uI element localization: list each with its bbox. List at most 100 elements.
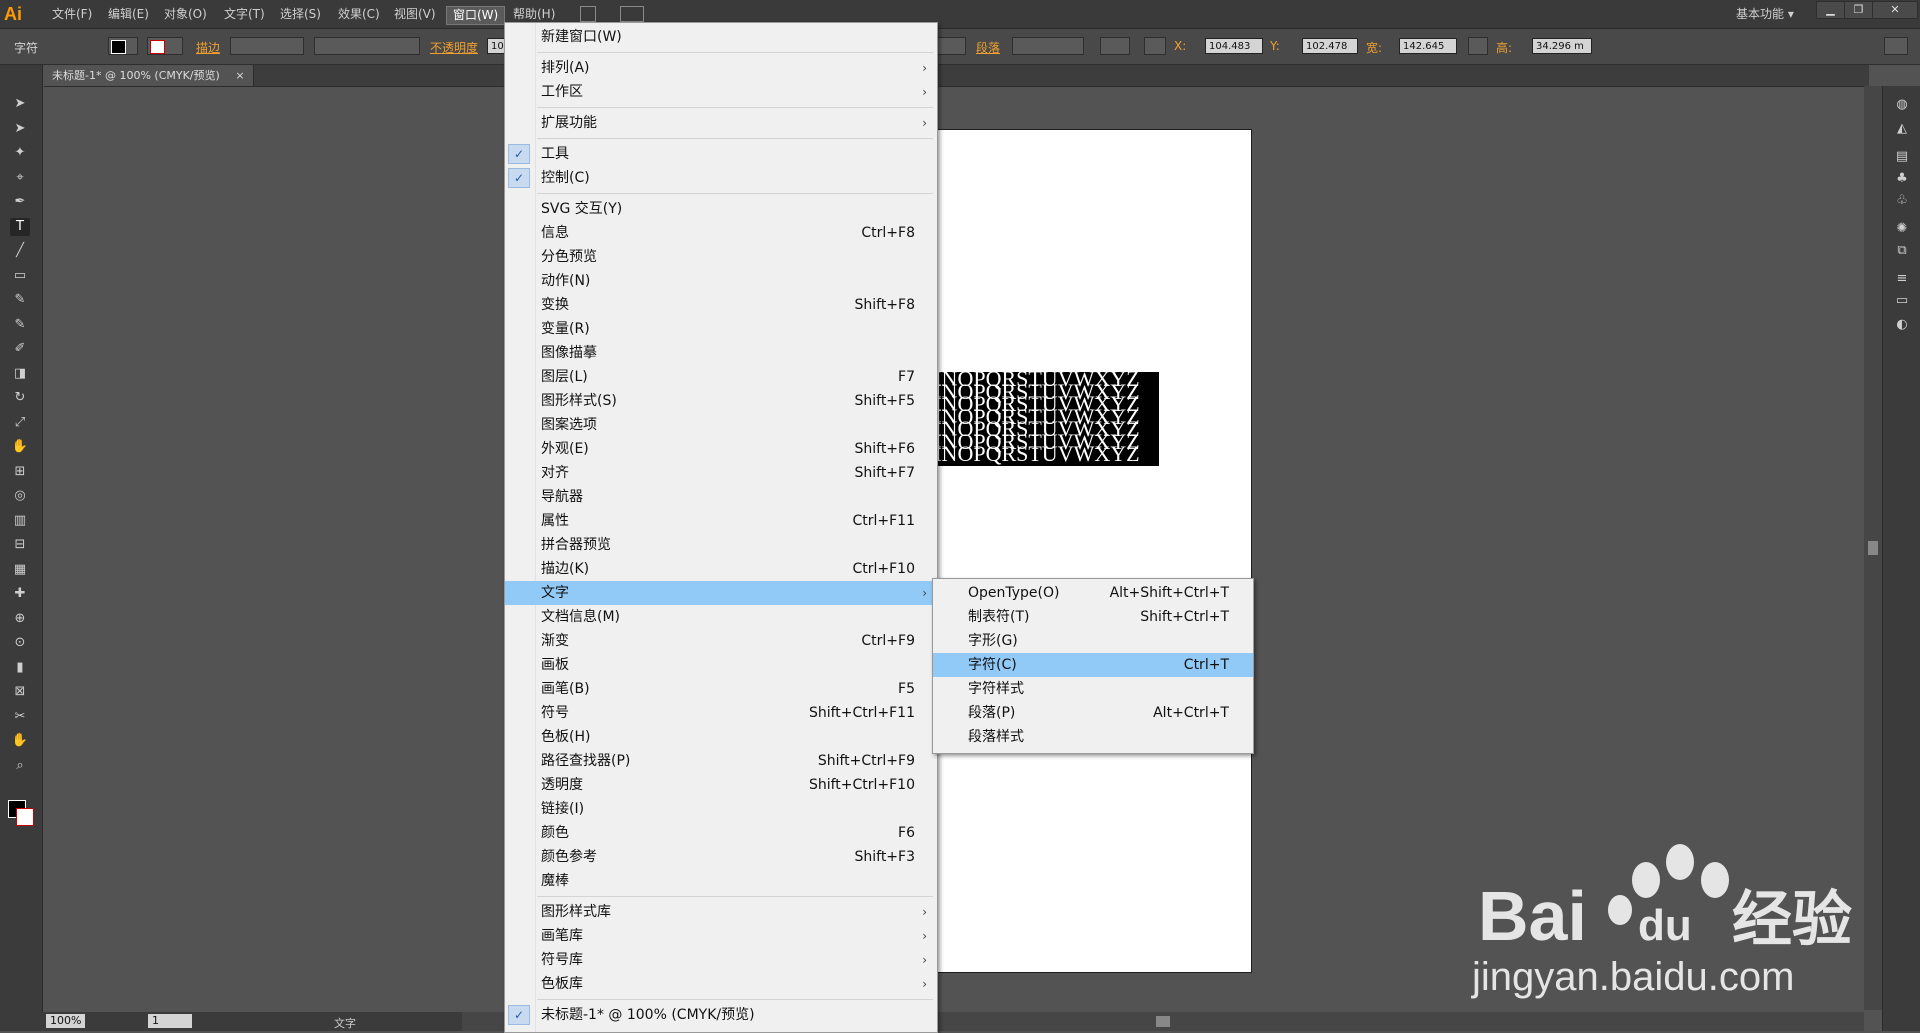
symbol-sprayer-icon[interactable]: ⊙ bbox=[10, 634, 30, 652]
type-tool-icon[interactable]: T bbox=[10, 217, 30, 236]
window-menu-item[interactable]: 色板(H) bbox=[505, 725, 937, 749]
window-menu-item[interactable]: ✓ 未标题-1* @ 100% (CMYK/预览) bbox=[505, 1003, 937, 1027]
window-menu-item[interactable]: 画板 bbox=[505, 653, 937, 677]
pencil-icon[interactable]: ✎ bbox=[10, 316, 30, 334]
eyedropper-icon[interactable]: ✚ bbox=[10, 585, 30, 603]
window-menu-item[interactable]: 路径查找器(P) Shift+Ctrl+F9 bbox=[505, 749, 937, 773]
y-field[interactable]: 102.478 bbox=[1302, 38, 1358, 54]
window-menu-item[interactable]: 魔棒 bbox=[505, 869, 937, 893]
window-menu-item[interactable]: 动作(N) bbox=[505, 269, 937, 293]
type-submenu-item[interactable]: 字符(C) Ctrl+T bbox=[933, 653, 1253, 677]
bridge-icon[interactable] bbox=[580, 6, 596, 22]
window-menu-item[interactable]: 分色预览 bbox=[505, 245, 937, 269]
maximize-button[interactable]: ❐ bbox=[1844, 1, 1873, 19]
stroke-panel-icon[interactable]: ≡ bbox=[1892, 270, 1912, 288]
brushes-icon[interactable]: ♣ bbox=[1892, 170, 1912, 188]
window-menu-item[interactable]: 新建窗口(W) bbox=[505, 25, 937, 49]
mesh-icon[interactable]: ⊟ bbox=[10, 536, 30, 554]
window-menu-item[interactable]: 颜色参考 Shift+F3 bbox=[505, 845, 937, 869]
stroke-swatch[interactable] bbox=[147, 37, 183, 55]
rotate-icon[interactable]: ↻ bbox=[10, 389, 30, 407]
type-submenu-item[interactable]: 段落样式 bbox=[933, 725, 1253, 749]
link-proportions-icon[interactable] bbox=[1468, 37, 1488, 55]
pen-tool-icon[interactable]: ✒ bbox=[10, 193, 30, 211]
type-submenu-item[interactable]: 段落(P) Alt+Ctrl+T bbox=[933, 701, 1253, 725]
window-menu-item[interactable]: 渐变 Ctrl+F9 bbox=[505, 629, 937, 653]
opacity-label[interactable]: 不透明度 bbox=[430, 39, 478, 56]
window-menu-item[interactable]: 描边(K) Ctrl+F10 bbox=[505, 557, 937, 581]
workspace-switcher[interactable]: 基本功能 ▾ bbox=[1730, 6, 1800, 23]
eraser-icon[interactable]: ◨ bbox=[10, 365, 30, 383]
warp-icon[interactable]: ✋ bbox=[10, 438, 30, 456]
transparency-panel-icon[interactable]: ◐ bbox=[1892, 316, 1912, 334]
menu-5[interactable]: 效果(C) bbox=[332, 6, 386, 23]
artboard-tool-icon[interactable]: ⊠ bbox=[10, 683, 30, 701]
direct-selection-tool-icon[interactable]: ➤ bbox=[10, 120, 30, 138]
window-menu-item[interactable]: 符号库 › bbox=[505, 948, 937, 972]
color-guide-icon[interactable]: ◭ bbox=[1892, 120, 1912, 138]
transform-options[interactable] bbox=[1100, 37, 1130, 55]
window-menu-item[interactable]: 拼合器预览 bbox=[505, 533, 937, 557]
menu-0[interactable]: 文件(F) bbox=[46, 6, 98, 23]
gradient-panel-icon[interactable]: ▭ bbox=[1892, 292, 1912, 310]
window-menu-item[interactable]: SVG 交互(Y) bbox=[505, 197, 937, 221]
window-menu-item[interactable]: 图案选项 bbox=[505, 413, 937, 437]
window-menu-item[interactable]: 链接(I) bbox=[505, 797, 937, 821]
type-submenu-item[interactable]: 字符样式 bbox=[933, 677, 1253, 701]
zoom-tool-icon[interactable]: ⌕ bbox=[10, 757, 30, 775]
menu-3[interactable]: 文字(T) bbox=[218, 6, 271, 23]
window-menu-item[interactable]: 文字 › bbox=[505, 581, 937, 605]
minimize-button[interactable]: ▁ bbox=[1816, 1, 1845, 19]
window-menu-item[interactable]: 导航器 bbox=[505, 485, 937, 509]
close-tab-icon[interactable]: × bbox=[235, 69, 244, 82]
shape-builder-icon[interactable]: ◎ bbox=[10, 487, 30, 505]
arrange-documents-icon[interactable] bbox=[620, 6, 644, 22]
hand-tool-icon[interactable]: ✋ bbox=[10, 732, 30, 750]
paragraph-label[interactable]: 段落 bbox=[976, 39, 1000, 56]
menu-7[interactable]: 窗口(W) bbox=[446, 6, 506, 25]
stroke-color-icon[interactable] bbox=[16, 808, 34, 826]
vertical-scroll-thumb[interactable] bbox=[1868, 541, 1878, 555]
window-menu-item[interactable]: 属性 Ctrl+F11 bbox=[505, 509, 937, 533]
graph-icon[interactable]: ▮ bbox=[10, 659, 30, 677]
window-menu-item[interactable]: 对齐 Shift+F7 bbox=[505, 461, 937, 485]
artboard[interactable] bbox=[896, 129, 1252, 973]
window-menu-item[interactable]: ✓ 工具 bbox=[505, 142, 937, 166]
height-field[interactable]: 34.296 m bbox=[1532, 38, 1592, 54]
lasso-icon[interactable]: ⌖ bbox=[10, 169, 30, 187]
color-panel-icon[interactable]: ◍ bbox=[1892, 96, 1912, 114]
menu-4[interactable]: 选择(S) bbox=[274, 6, 327, 23]
window-menu-item[interactable]: 颜色 F6 bbox=[505, 821, 937, 845]
close-button[interactable]: ✕ bbox=[1872, 1, 1918, 19]
blend-icon[interactable]: ⊕ bbox=[10, 610, 30, 628]
window-menu-item[interactable]: 图形样式(S) Shift+F5 bbox=[505, 389, 937, 413]
rectangle-tool-icon[interactable]: ▭ bbox=[10, 267, 30, 285]
document-tab[interactable]: 未标题-1* @ 100% (CMYK/预览) × bbox=[44, 65, 254, 86]
window-menu-item[interactable]: 画笔库 › bbox=[505, 924, 937, 948]
magic-wand-icon[interactable]: ✦ bbox=[10, 144, 30, 162]
selection-tool-icon[interactable]: ➤ bbox=[10, 95, 30, 113]
line-tool-icon[interactable]: ╱ bbox=[10, 242, 30, 260]
selected-text-frame[interactable]: MNOPQRSTUVWXYZ MNOPQRSTUVWXYZ MNOPQRSTUVWX… bbox=[935, 372, 1159, 466]
window-menu-item[interactable]: 外观(E) Shift+F6 bbox=[505, 437, 937, 461]
window-menu-item[interactable]: 色板库 › bbox=[505, 972, 937, 996]
window-menu-item[interactable]: 排列(A) › bbox=[505, 56, 937, 80]
window-menu-item[interactable]: 图像描摹 bbox=[505, 341, 937, 365]
blob-brush-icon[interactable]: ✐ bbox=[10, 340, 30, 358]
horizontal-scroll-thumb[interactable] bbox=[1156, 1016, 1170, 1027]
align-buttons[interactable] bbox=[1012, 37, 1084, 55]
type-submenu-item[interactable]: 字形(G) bbox=[933, 629, 1253, 653]
graphic-styles-icon[interactable]: ⧉ bbox=[1892, 242, 1912, 260]
type-submenu-item[interactable]: OpenType(O) Alt+Shift+Ctrl+T bbox=[933, 581, 1253, 605]
variable-width-profile[interactable] bbox=[314, 37, 420, 55]
window-menu-item[interactable]: ✓ 控制(C) bbox=[505, 166, 937, 190]
window-menu-item[interactable]: 扩展功能 › bbox=[505, 111, 937, 135]
width-field[interactable]: 142.645 bbox=[1399, 38, 1457, 54]
zoom-field[interactable]: 100% bbox=[46, 1014, 86, 1028]
symbols-icon[interactable]: ♧ bbox=[1892, 192, 1912, 210]
appearance-icon[interactable]: ✺ bbox=[1892, 220, 1912, 238]
perspective-grid-icon[interactable]: ▥ bbox=[10, 512, 30, 530]
reference-point-icon[interactable] bbox=[1144, 37, 1166, 55]
menu-6[interactable]: 视图(V) bbox=[388, 6, 442, 23]
window-menu-item[interactable]: 画笔(B) F5 bbox=[505, 677, 937, 701]
